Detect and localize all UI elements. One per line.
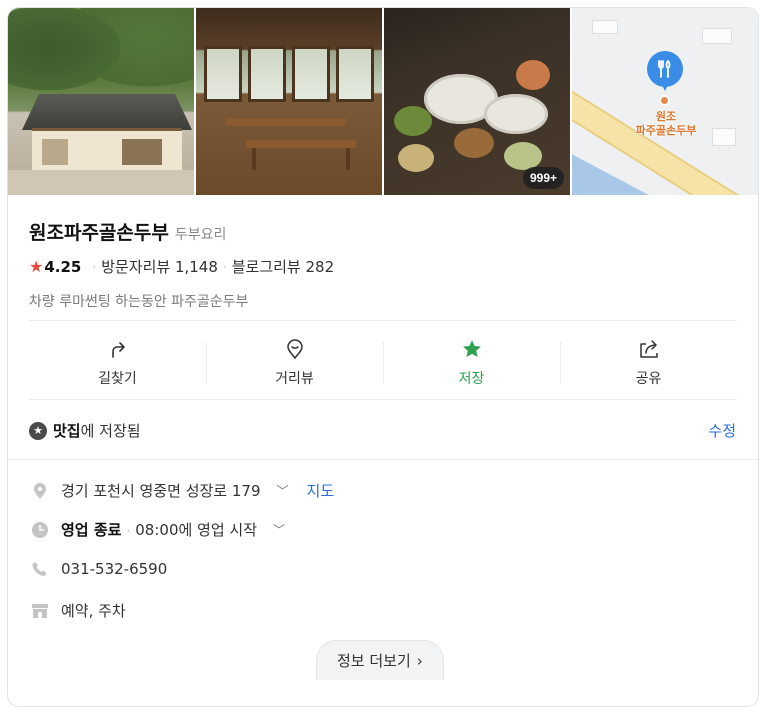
- saved-star-icon: ★: [29, 421, 47, 440]
- share-label: 공유: [635, 371, 662, 387]
- title-row: 원조파주골손두부 두부요리: [29, 218, 226, 245]
- map-pin-label: 원조 파주골손두부: [616, 110, 716, 138]
- share-button[interactable]: 공유: [560, 328, 737, 398]
- map-pin-label-line2: 파주골손두부: [635, 124, 697, 137]
- photo-side-dish: [394, 106, 432, 136]
- address-row: 경기 포천시 영중면 성장로 179 ﹀ 지도: [31, 480, 334, 501]
- hours-row: 영업 종료 · 08:00에 영업 시작 ﹀: [31, 519, 285, 540]
- store-icon: [31, 602, 49, 620]
- phone-icon: [31, 560, 49, 578]
- photo-strip: 999+ 원조 파주골손두부: [8, 8, 758, 195]
- photo-count-badge[interactable]: 999+: [522, 167, 564, 189]
- saved-list-name[interactable]: 맛집: [53, 422, 81, 440]
- divider: [29, 320, 737, 321]
- amenities-text: 예약, 주차: [61, 602, 126, 620]
- photo-side-dish: [454, 128, 494, 158]
- rating-row: ★ 4.25 · 방문자리뷰 1,148 · 블로그리뷰 282: [29, 256, 334, 277]
- photo-window: [204, 46, 242, 102]
- place-description: 차량 루마썬팅 하는동안 파주골순두부: [29, 294, 249, 310]
- saved-status: ★ 맛집에 저장됨: [29, 420, 141, 441]
- action-bar: 길찾기 거리뷰 저장 공유: [29, 328, 737, 398]
- save-button[interactable]: 저장: [383, 328, 560, 398]
- photo-food[interactable]: 999+: [384, 8, 570, 195]
- photo-exterior[interactable]: [8, 8, 194, 195]
- hours-text[interactable]: 영업 종료 · 08:00에 영업 시작: [61, 519, 257, 540]
- blog-reviews-link[interactable]: 블로그리뷰 282: [232, 256, 334, 277]
- location-pin-icon: [31, 482, 49, 500]
- more-info-button[interactable]: 정보 더보기 ›: [316, 640, 444, 680]
- map-pin-label-line1: 원조: [655, 110, 677, 123]
- rating-star-icon: ★: [29, 257, 44, 276]
- saved-text: 맛집에 저장됨: [53, 420, 141, 441]
- place-category: 두부요리: [174, 227, 227, 243]
- photo-interior[interactable]: [196, 8, 382, 195]
- fork-knife-icon: [658, 60, 671, 78]
- map-building: [702, 28, 732, 44]
- rating-value: 4.25: [44, 257, 82, 276]
- save-label: 저장: [458, 371, 485, 387]
- photo-plate: [484, 94, 548, 134]
- place-card: 999+ 원조 파주골손두부 원조파주골손두부 두부요리 ★ 4.25 · 방문…: [7, 7, 759, 707]
- photo-table: [226, 118, 346, 126]
- photo-table: [246, 140, 356, 148]
- directions-icon: [108, 338, 128, 360]
- directions-label: 길찾기: [98, 371, 137, 387]
- hours-status: 영업 종료: [61, 521, 122, 539]
- streetview-button[interactable]: 거리뷰: [206, 328, 383, 398]
- more-info-label: 정보 더보기: [337, 652, 411, 670]
- directions-button[interactable]: 길찾기: [29, 328, 206, 398]
- map-building: [592, 20, 618, 34]
- photo-window: [336, 46, 374, 102]
- separator-dot: ·: [126, 524, 131, 538]
- map-thumbnail[interactable]: 원조 파주골손두부: [572, 8, 758, 195]
- share-icon: [638, 338, 660, 360]
- photo-wall-shape: [32, 128, 182, 170]
- chevron-right-icon: ›: [416, 651, 423, 670]
- separator-dot: ·: [92, 259, 97, 274]
- amenities-row: 예약, 주차: [31, 600, 126, 621]
- photo-table-leg: [252, 148, 256, 170]
- divider: [29, 399, 737, 400]
- clock-icon: [31, 521, 49, 539]
- photo-roof-shape: [22, 94, 192, 130]
- address-text[interactable]: 경기 포천시 영중면 성장로 179: [61, 480, 261, 501]
- chevron-down-icon[interactable]: ﹀: [273, 521, 285, 538]
- star-icon: [461, 338, 483, 360]
- photo-window: [292, 46, 330, 102]
- streetview-pin-icon: [285, 338, 305, 360]
- photo-side-dish: [516, 60, 550, 90]
- photo-table-leg: [346, 148, 350, 170]
- phone-row: 031-532-6590: [31, 560, 167, 578]
- photo-side-dish: [398, 144, 434, 172]
- saved-suffix: 에 저장됨: [80, 422, 141, 440]
- edit-saved-button[interactable]: 수정: [708, 420, 736, 441]
- phone-number[interactable]: 031-532-6590: [61, 560, 167, 578]
- place-name[interactable]: 원조파주골손두부: [29, 218, 169, 245]
- map-location-dot: [659, 95, 670, 106]
- streetview-label: 거리뷰: [275, 371, 314, 387]
- hours-next: 08:00에 영업 시작: [135, 521, 258, 539]
- photo-window: [248, 46, 286, 102]
- restaurant-pin-icon: [647, 51, 683, 91]
- section-divider: [8, 459, 758, 460]
- map-link[interactable]: 지도: [307, 480, 335, 501]
- separator-dot: ·: [222, 259, 227, 274]
- chevron-down-icon[interactable]: ﹀: [277, 482, 289, 499]
- photo-side-dish: [504, 142, 542, 170]
- photo-ground-shape: [8, 170, 194, 195]
- visitor-reviews-link[interactable]: 방문자리뷰 1,148: [101, 256, 218, 277]
